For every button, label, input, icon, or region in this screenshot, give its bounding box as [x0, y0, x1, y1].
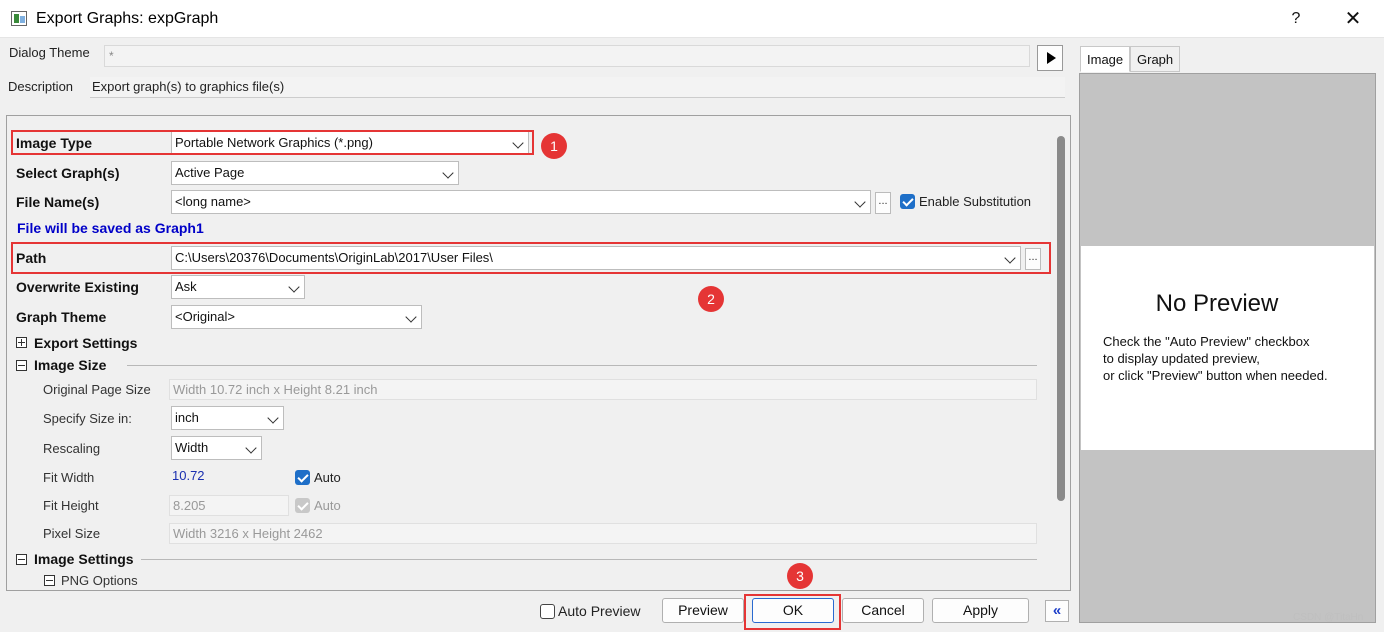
dialog-theme-field[interactable]: * [104, 45, 1030, 67]
highlight-path [11, 242, 1051, 274]
apply-button[interactable]: Apply [932, 598, 1029, 623]
file-saved-note: File will be saved as Graph1 [17, 220, 204, 236]
highlight-image-type [11, 130, 534, 155]
ok-button[interactable]: OK [752, 598, 834, 623]
preview-button[interactable]: Preview [662, 598, 744, 623]
dialog-theme-label: Dialog Theme [9, 45, 90, 60]
overwrite-select[interactable]: Ask [171, 275, 305, 299]
graph-theme-label: Graph Theme [16, 309, 107, 325]
rescaling-select[interactable]: Width [171, 436, 262, 460]
chevron-down-icon [854, 196, 866, 208]
chevron-down-icon [245, 442, 257, 454]
app-icon [11, 11, 27, 26]
specify-size-value: inch [175, 410, 199, 425]
original-page-size-label: Original Page Size [43, 382, 151, 397]
chevron-down-icon [267, 412, 279, 424]
annotation-marker-2: 2 [698, 286, 724, 312]
rescaling-label: Rescaling [43, 441, 101, 456]
select-graphs-label: Select Graph(s) [16, 165, 120, 181]
fit-height-label: Fit Height [43, 498, 99, 513]
original-page-size-field: Width 10.72 inch x Height 8.21 inch [169, 379, 1037, 400]
enable-substitution-label: Enable Substitution [919, 194, 1032, 209]
fit-width-value[interactable]: 10.72 [172, 468, 205, 483]
fit-width-auto-label: Auto [314, 470, 341, 485]
graph-theme-value: <Original> [175, 309, 235, 324]
scrollbar-thumb[interactable] [1057, 136, 1065, 501]
file-names-select[interactable]: <long name> [171, 190, 871, 214]
collapse-icon[interactable] [16, 360, 27, 371]
tab-graph[interactable]: Graph [1130, 46, 1181, 72]
fit-height-auto-checkbox [295, 498, 310, 513]
preview-hint-line: to display updated preview, [1103, 351, 1260, 366]
fit-width-auto-checkbox[interactable] [295, 470, 310, 485]
preview-hint-line: or click "Preview" button when needed. [1103, 368, 1328, 383]
watermark: CSDN @TitaHn [1293, 612, 1364, 623]
chevron-down-icon [442, 167, 454, 179]
collapse-panel-icon[interactable]: « [1045, 600, 1069, 622]
collapse-icon[interactable] [44, 575, 55, 586]
file-names-value: <long name> [175, 194, 251, 209]
description-field: Export graph(s) to graphics file(s) [90, 77, 1065, 98]
png-options-group[interactable]: PNG Options [61, 573, 138, 588]
select-graphs-select[interactable]: Active Page [171, 161, 459, 185]
preview-hint-line: Check the "Auto Preview" checkbox [1103, 334, 1310, 349]
no-preview-title: No Preview [1155, 290, 1279, 317]
image-settings-group[interactable]: Image Settings [34, 551, 134, 567]
auto-preview-label: Auto Preview [558, 603, 641, 619]
annotation-marker-3: 3 [787, 563, 813, 589]
theme-menu-arrow-icon[interactable] [1037, 45, 1063, 71]
help-button[interactable]: ? [1280, 6, 1312, 32]
close-button[interactable]: ✕ [1336, 6, 1370, 32]
auto-preview-checkbox[interactable] [540, 604, 555, 619]
export-settings-group[interactable]: Export Settings [34, 335, 137, 351]
specify-size-label: Specify Size in: [43, 411, 132, 426]
cancel-button[interactable]: Cancel [842, 598, 924, 623]
group-divider [127, 365, 1037, 366]
graph-theme-select[interactable]: <Original> [171, 305, 422, 329]
fit-height-field: 8.205 [169, 495, 289, 516]
fit-width-label: Fit Width [43, 470, 95, 485]
pixel-size-label: Pixel Size [43, 526, 101, 541]
fit-height-auto-label: Auto [314, 498, 341, 513]
overwrite-label: Overwrite Existing [16, 279, 139, 295]
image-size-group[interactable]: Image Size [34, 357, 106, 373]
chevron-down-icon [288, 281, 300, 293]
enable-substitution-checkbox[interactable] [900, 194, 915, 209]
description-label: Description [8, 79, 74, 94]
select-graphs-value: Active Page [175, 165, 245, 180]
tab-image[interactable]: Image [1080, 46, 1131, 72]
rescaling-value: Width [175, 440, 209, 455]
title-bar: Export Graphs: expGraph ? ✕ [0, 0, 1384, 38]
pixel-size-field: Width 3216 x Height 2462 [169, 523, 1037, 544]
collapse-icon[interactable] [16, 554, 27, 565]
chevron-down-icon [405, 311, 417, 323]
settings-panel: Image Type Portable Network Graphics (*.… [6, 115, 1071, 591]
file-names-label: File Name(s) [16, 194, 100, 210]
overwrite-value: Ask [175, 279, 197, 294]
group-divider [141, 559, 1037, 560]
window-title: Export Graphs: expGraph [36, 10, 219, 27]
file-names-browse-button[interactable]: ... [875, 192, 891, 214]
specify-size-select[interactable]: inch [171, 406, 284, 430]
annotation-marker-1: 1 [541, 133, 567, 159]
expand-icon[interactable] [16, 337, 27, 348]
